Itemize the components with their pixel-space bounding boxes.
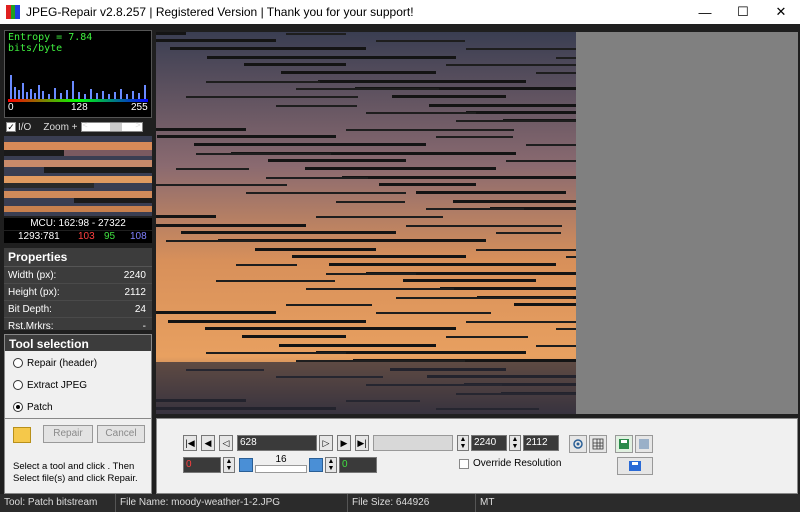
first-button[interactable]: |◀ <box>183 435 197 451</box>
last-button[interactable]: ▶| <box>355 435 369 451</box>
corrupted-image <box>156 32 576 414</box>
status-mode: MT <box>480 497 495 508</box>
zoom-left-arrow[interactable]: < <box>83 120 88 130</box>
io-checkbox[interactable]: ✓ <box>6 122 16 132</box>
tool-option-extract-jpeg[interactable]: Extract JPEG <box>5 375 151 395</box>
red-value: 103 <box>78 231 95 242</box>
scale-max: 255 <box>131 102 148 113</box>
width-spinner[interactable]: ▲ ▼ <box>457 435 469 451</box>
right-step-icon[interactable] <box>309 458 323 472</box>
patch-slider[interactable] <box>255 465 307 473</box>
prop-value: 24 <box>134 303 146 315</box>
prop-label: Height (px): <box>8 286 60 298</box>
zoom-right-arrow[interactable]: > <box>135 120 140 130</box>
minimize-button[interactable]: — <box>686 0 724 24</box>
zoom-row: ✓ I/O Zoom + < > <box>4 120 152 134</box>
tool-selection-title: Tool selection <box>5 335 151 351</box>
save-blue-icon[interactable] <box>617 457 653 475</box>
maximize-button[interactable]: ☐ <box>724 0 762 24</box>
tool-option-label: Repair (header) <box>27 357 98 369</box>
target-icon[interactable] <box>569 435 587 453</box>
radio-extract-jpeg[interactable] <box>13 380 23 390</box>
histogram-scale: 0 128 255 <box>5 101 151 117</box>
prop-label: Width (px): <box>8 269 57 281</box>
close-button[interactable]: ✕ <box>762 0 800 24</box>
pixel-readout: 1293:781 103 95 108 <box>4 231 152 243</box>
properties-panel: Properties Width (px): 2240 Height (px):… <box>4 248 152 335</box>
override-label: Override Resolution <box>473 458 562 469</box>
scale-min: 0 <box>8 102 14 113</box>
left-panel: Entropy = 7.84 bits/byte 0 128 255 ✓ I/O… <box>4 30 152 438</box>
status-file-size: File Size: 644926 <box>348 494 476 512</box>
step-back-button[interactable]: ◁ <box>219 435 233 451</box>
prop-restart-markers: Rst.Mrkrs: - <box>4 318 152 335</box>
red-spinner[interactable]: ▲ ▼ <box>223 457 235 473</box>
red-field[interactable]: 0 <box>183 457 221 473</box>
progress-bar <box>373 435 453 451</box>
disk-grey-icon[interactable] <box>635 435 653 453</box>
prop-height: Height (px): 2112 <box>4 284 152 301</box>
green-value: 95 <box>104 231 116 242</box>
window-title: JPEG-Repair v2.8.257 | Registered Versio… <box>26 5 414 19</box>
radio-repair-header[interactable] <box>13 358 23 368</box>
histogram-chart <box>10 75 146 100</box>
tool-option-patch[interactable]: Patch <box>5 397 151 417</box>
green-spinner[interactable]: ▲ ▼ <box>325 457 337 473</box>
patch-controls-panel: |◀ ◀ ◁ 628 ▷ ▶ ▶| ▲ ▼ 2240 ▲ ▼ 2112 0 ▲ ▼ 1… <box>156 418 798 494</box>
next-button[interactable]: ▶ <box>337 435 351 451</box>
app-icon <box>6 5 21 19</box>
entropy-histogram: Entropy = 7.84 bits/byte 0 128 255 <box>4 30 152 118</box>
zoom-label: Zoom + <box>43 121 78 133</box>
zoom-preview <box>4 136 152 216</box>
tool-option-label: Patch <box>27 401 53 413</box>
prop-value: 2112 <box>124 286 146 298</box>
cancel-button[interactable]: Cancel <box>97 425 145 443</box>
repair-button[interactable]: Repair <box>43 425 93 443</box>
zoom-slider-thumb[interactable] <box>109 123 122 131</box>
image-canvas[interactable] <box>156 32 798 414</box>
prop-value: 2240 <box>123 269 146 281</box>
width-field[interactable]: 2240 <box>471 435 507 451</box>
title-bar: JPEG-Repair v2.8.257 | Registered Versio… <box>0 0 800 24</box>
override-checkbox[interactable] <box>459 459 469 469</box>
hint-text: Select a tool and click . Then Select fi… <box>13 461 138 484</box>
mcu-readout: MCU: 162:98 - 27322 <box>4 218 152 230</box>
step-forward-button[interactable]: ▷ <box>319 435 333 451</box>
action-panel: Repair Cancel Select a tool and click . … <box>4 418 152 494</box>
green-field[interactable]: 0 <box>339 457 377 473</box>
slider-value: 16 <box>275 454 287 465</box>
open-folder-button[interactable] <box>13 427 31 443</box>
tool-option-label: Extract JPEG <box>27 379 88 391</box>
prev-button[interactable]: ◀ <box>201 435 215 451</box>
io-label: I/O <box>18 121 32 133</box>
status-file-name: File Name: moody-weather-1-2.JPG <box>116 494 348 512</box>
radio-patch[interactable] <box>13 402 23 412</box>
prop-label: Bit Depth: <box>8 303 52 315</box>
prop-value: - <box>142 320 146 332</box>
left-step-icon[interactable] <box>239 458 253 472</box>
height-field[interactable]: 2112 <box>523 435 559 451</box>
height-spinner[interactable]: ▲ ▼ <box>509 435 521 451</box>
main-frame: Entropy = 7.84 bits/byte 0 128 255 ✓ I/O… <box>0 24 800 494</box>
status-tool: Tool: Patch bitstream <box>0 494 116 512</box>
prop-width: Width (px): 2240 <box>4 267 152 284</box>
properties-title: Properties <box>4 248 152 267</box>
grid-icon[interactable] <box>589 435 607 453</box>
position-field[interactable]: 628 <box>237 435 317 451</box>
status-bar: Tool: Patch bitstream File Name: moody-w… <box>0 494 800 512</box>
prop-label: Rst.Mrkrs: <box>8 320 54 332</box>
tool-option-repair-header[interactable]: Repair (header) <box>5 353 151 373</box>
save-green-icon[interactable] <box>615 435 633 453</box>
scale-mid: 128 <box>71 102 88 113</box>
zoom-slider[interactable]: < > <box>80 120 143 132</box>
prop-bit-depth: Bit Depth: 24 <box>4 301 152 318</box>
blue-value: 108 <box>130 231 147 242</box>
pixel-coords: 1293:781 <box>18 231 60 242</box>
